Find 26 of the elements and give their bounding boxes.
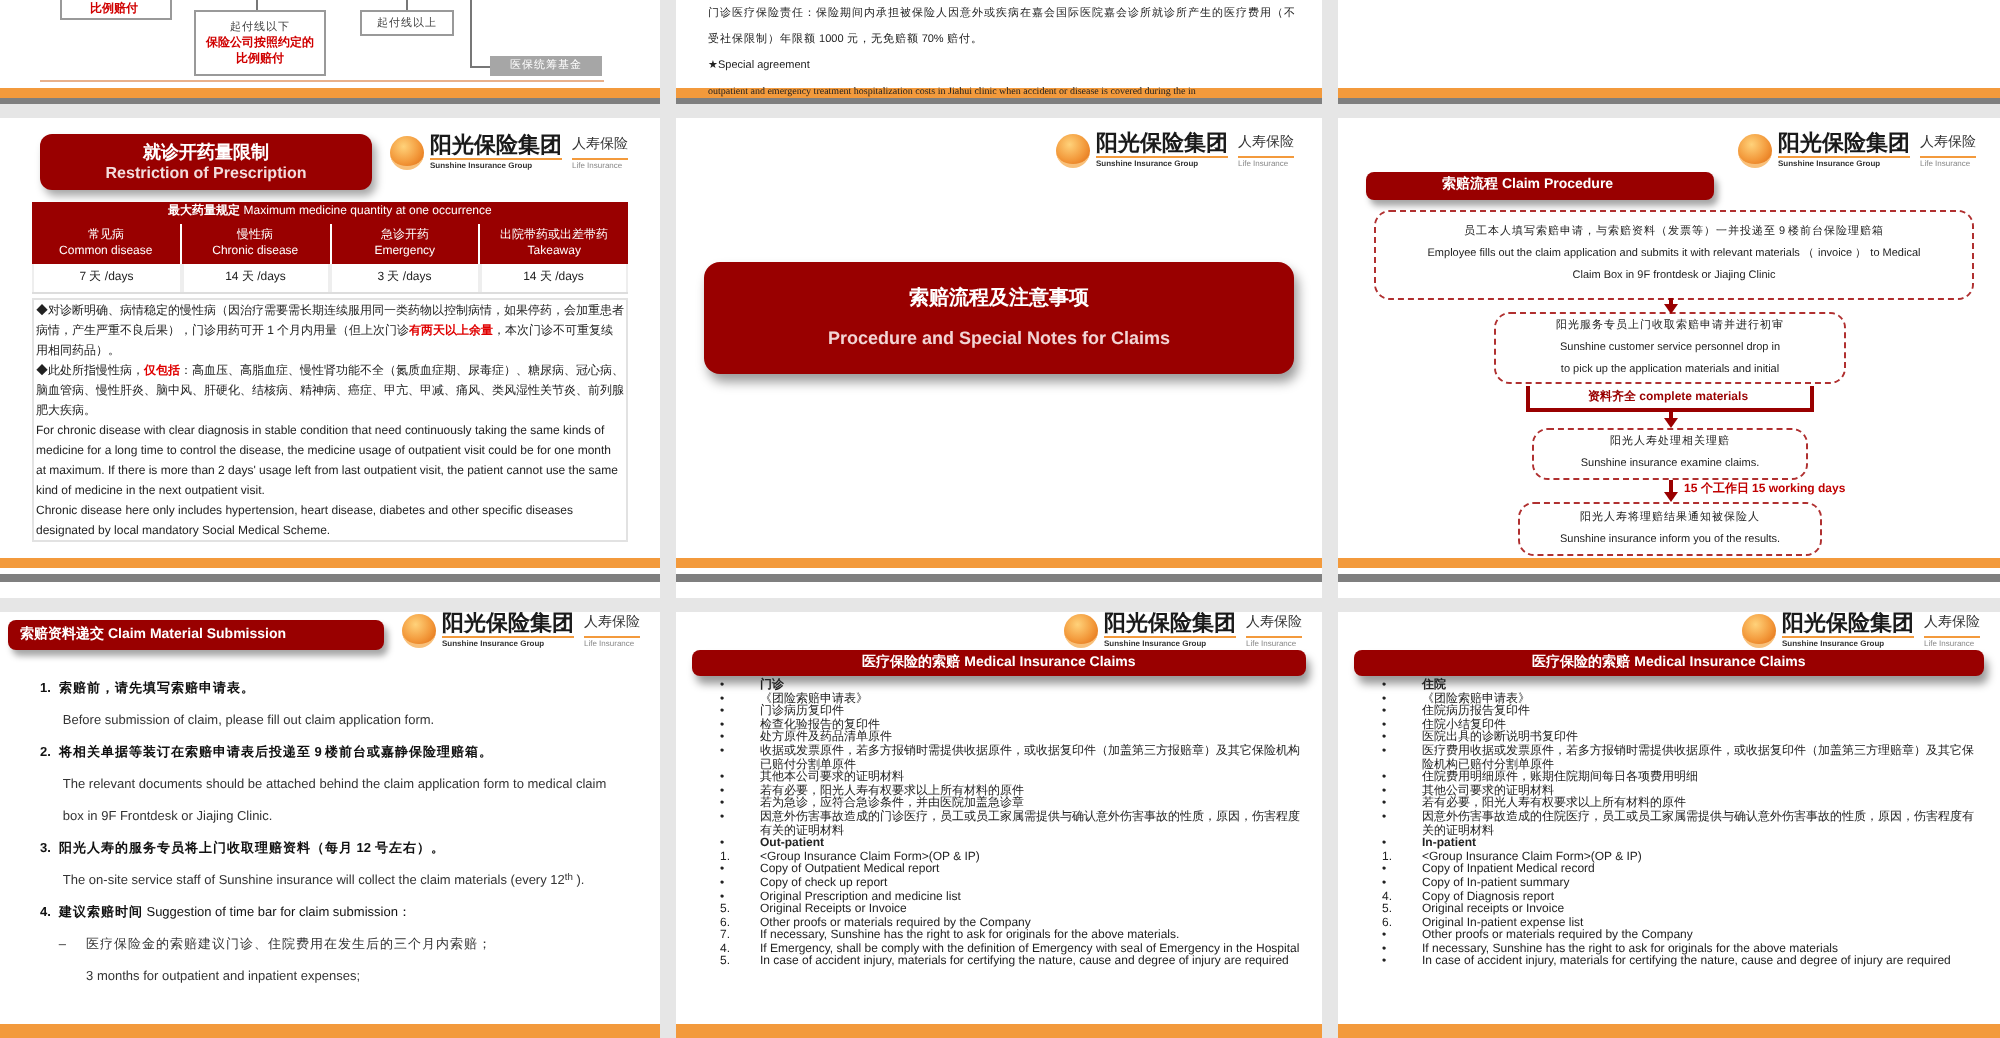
down-arrow (1664, 480, 1678, 502)
slide-thumbnail[interactable] (0, 118, 660, 598)
slide-thumbnail[interactable] (676, 612, 1322, 1038)
company-name: 阳光保险集团 (1096, 132, 1228, 158)
slide-thumbnail[interactable] (676, 0, 1322, 104)
company-name: 阳光保险集团 (1778, 132, 1910, 158)
company-name: 阳光保险集团 (442, 612, 574, 638)
slide-title: 就诊开药量限制 (143, 140, 269, 164)
company-name: 阳光保险集团 (1104, 612, 1236, 638)
slide-thumbnail[interactable] (1338, 118, 2000, 598)
down-arrow (1664, 410, 1678, 428)
slide-thumbnail[interactable] (0, 612, 660, 1038)
sun-logo-icon (1742, 614, 1776, 648)
slide-thumbnail[interactable] (1338, 0, 2000, 104)
down-arrow (1664, 298, 1678, 314)
slide-subtitle: Restriction of Prescription (105, 164, 307, 184)
company-name: 阳光保险集团 (430, 134, 562, 160)
sun-logo-icon (402, 614, 436, 648)
sun-logo-icon (1738, 134, 1772, 168)
section-title: 索赔流程及注意事项 (909, 287, 1089, 311)
sun-logo-icon (1064, 614, 1098, 648)
sun-logo-icon (390, 136, 424, 170)
sun-logo-icon (1056, 134, 1090, 168)
section-subtitle: Procedure and Special Notes for Claims (827, 327, 1171, 349)
company-name: 阳光保险集团 (1782, 612, 1914, 638)
slide-thumbnail[interactable] (1338, 612, 2000, 1038)
